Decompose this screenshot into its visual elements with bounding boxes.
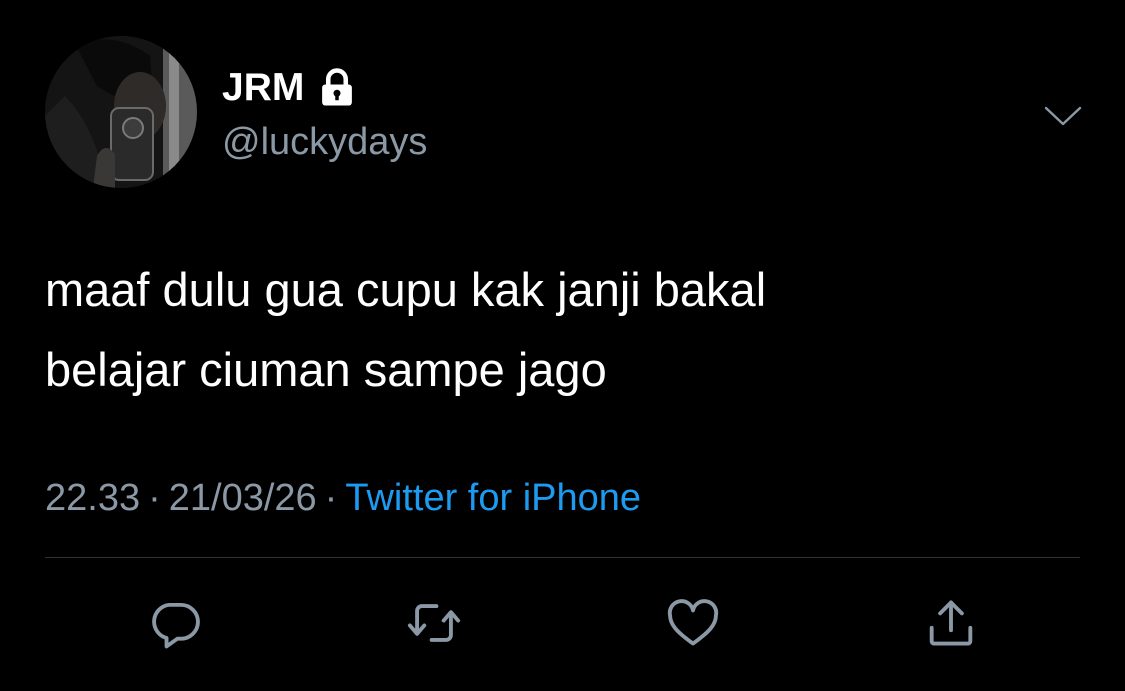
separator: · (324, 477, 338, 519)
retweet-button[interactable] (405, 594, 463, 652)
tweet-time: 22.33 (45, 477, 141, 519)
display-name[interactable]: JRM (222, 62, 304, 114)
user-display-name-row[interactable]: JRM (222, 62, 358, 114)
share-button[interactable] (922, 594, 980, 652)
reply-icon (152, 602, 200, 649)
avatar[interactable] (45, 36, 197, 188)
like-button[interactable] (664, 594, 722, 652)
reply-button[interactable] (146, 594, 204, 652)
heart-icon (667, 599, 719, 646)
tweet-text: maaf dulu gua cupu kak janji bakal belaj… (45, 250, 1085, 410)
avatar-photo (45, 36, 197, 188)
retweet-icon (407, 604, 461, 642)
lock-icon (316, 67, 358, 109)
tweet-text-line: belajar ciuman sampe jago (45, 343, 607, 396)
user-handle[interactable]: @luckydays (222, 116, 427, 168)
separator: · (148, 477, 161, 519)
tweet-date: 21/03/26 (168, 477, 317, 519)
tweet-source-link[interactable]: Twitter for iPhone (345, 477, 641, 519)
more-options-button[interactable] (1040, 96, 1086, 136)
tweet-text-line: maaf dulu gua cupu kak janji bakal (45, 263, 767, 316)
tweet-metadata: 22.33 · 21/03/26 · Twitter for iPhone (45, 472, 641, 524)
share-icon (929, 600, 973, 646)
chevron-down-icon (1044, 106, 1082, 126)
divider (45, 557, 1080, 558)
